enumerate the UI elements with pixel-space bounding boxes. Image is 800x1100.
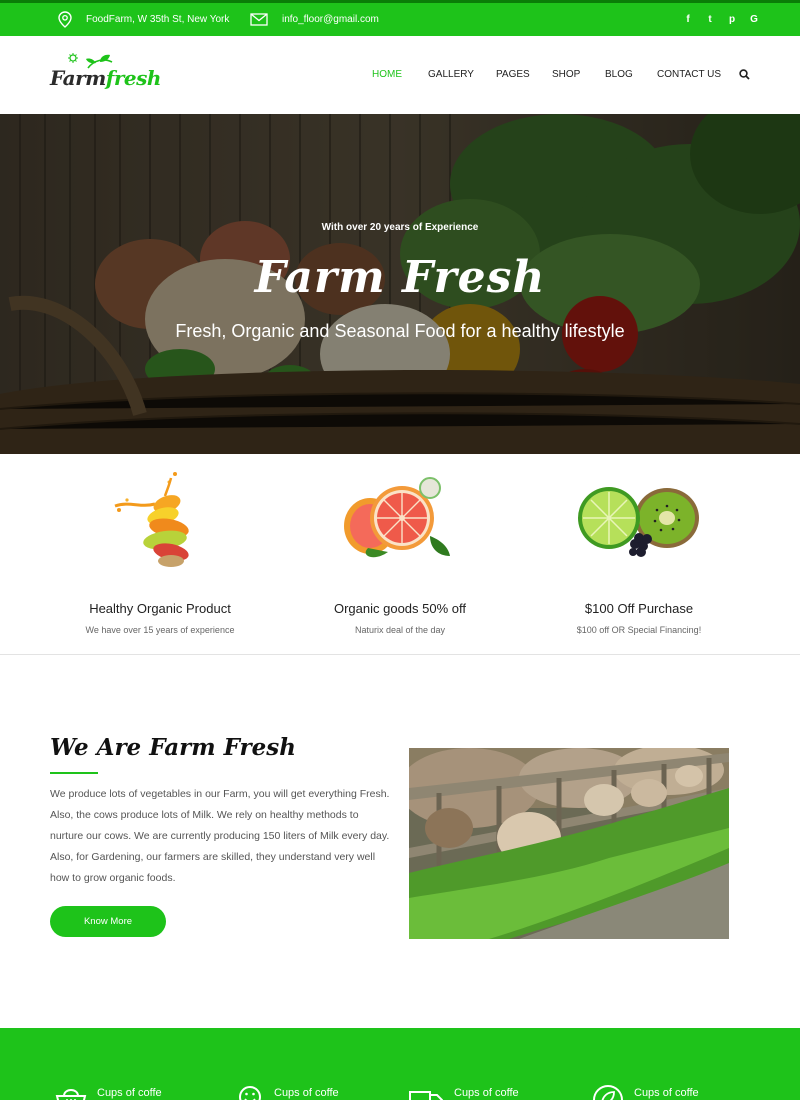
smiley-icon <box>239 1086 261 1100</box>
feature-title: Organic goods 50% off <box>333 601 466 616</box>
stat-label: Cups of coffe <box>454 1087 519 1099</box>
address-text: FoodFarm, W 35th St, New York <box>86 14 230 25</box>
heading-underline <box>50 772 98 774</box>
logo-word-farm: Farm <box>50 66 106 90</box>
email-text[interactable]: info_floor@gmail.com <box>282 14 379 25</box>
google-icon[interactable]: G <box>750 14 758 25</box>
basket-icon <box>55 1089 87 1100</box>
features-row: Healthy Organic Product We have over 15 … <box>0 454 800 655</box>
nav-shop[interactable]: SHOP <box>552 69 580 80</box>
pinterest-icon[interactable]: p <box>728 14 736 25</box>
stat-item: Cups of coffe <box>592 1084 699 1100</box>
hero-title: Farm Fresh <box>254 252 546 303</box>
nav-contact-us[interactable]: CONTACT US <box>657 69 721 80</box>
stat-item: Cups of coffe <box>55 1084 162 1100</box>
address-item: FoodFarm, W 35th St, New York <box>58 3 229 36</box>
stat-label: Cups of coffe <box>97 1087 162 1099</box>
feature-card[interactable]: Organic goods 50% off Naturix deal of th… <box>280 454 520 655</box>
stat-label: Cups of coffe <box>274 1087 339 1099</box>
feature-description: We have over 15 years of experience <box>85 625 235 635</box>
site-header: Farmfresh HOME GALLERY PAGES SHOP BLOG C… <box>0 36 800 114</box>
nav-gallery[interactable]: GALLERY <box>428 69 474 80</box>
feature-description: $100 off OR Special Financing! <box>576 625 702 635</box>
feature-title: Healthy Organic Product <box>89 601 231 616</box>
feature-card[interactable]: $100 Off Purchase $100 off OR Special Fi… <box>519 454 759 655</box>
leaf-circle-icon <box>593 1085 623 1100</box>
logo-word-fresh: fresh <box>105 66 162 90</box>
about-heading: We Are Farm Fresh <box>50 734 296 761</box>
email-item[interactable]: info_floor@gmail.com <box>250 3 379 36</box>
fruit-splash-image <box>114 472 189 567</box>
nav-blog[interactable]: BLOG <box>605 69 633 80</box>
site-logo[interactable]: Farmfresh <box>50 50 161 100</box>
hero-subtitle: Fresh, Organic and Seasonal Food for a h… <box>175 321 625 341</box>
stat-item: Cups of coffe <box>238 1084 339 1100</box>
search-icon[interactable] <box>739 69 750 80</box>
facebook-icon[interactable]: f <box>684 14 692 25</box>
logo-wordmark: Farmfresh <box>50 66 161 90</box>
location-pin-icon <box>58 11 72 28</box>
grapefruit-image <box>344 477 450 558</box>
envelope-icon <box>250 13 268 26</box>
top-info-bar: FoodFarm, W 35th St, New York info_floor… <box>0 0 800 36</box>
about-body-text: We produce lots of vegetables in our Far… <box>50 788 390 884</box>
nav-home[interactable]: HOME <box>372 69 402 80</box>
stat-item: Cups of coffe <box>408 1084 519 1100</box>
social-links: f t p G <box>684 3 758 36</box>
lime-kiwi-image <box>578 487 699 557</box>
about-section: We Are Farm Fresh We produce lots of veg… <box>0 656 800 1028</box>
twitter-icon[interactable]: t <box>706 14 714 25</box>
hero-banner: With over 20 years of Experience Farm Fr… <box>0 114 800 454</box>
know-more-button[interactable]: Know More <box>50 906 166 937</box>
feature-card[interactable]: Healthy Organic Product We have over 15 … <box>40 454 280 655</box>
stat-label: Cups of coffe <box>634 1087 699 1099</box>
nav-pages[interactable]: PAGES <box>496 69 530 80</box>
truck-icon <box>409 1091 443 1100</box>
feature-title: $100 Off Purchase <box>584 601 694 616</box>
feature-description: Naturix deal of the day <box>354 625 446 635</box>
hero-kicker: With over 20 years of Experience <box>321 222 479 233</box>
cows-photo-graphic <box>409 748 729 939</box>
stats-band: Cups of coffe Cups of coffe Cups of coff… <box>0 1028 800 1100</box>
cows-eating-grass-photo <box>409 748 729 939</box>
